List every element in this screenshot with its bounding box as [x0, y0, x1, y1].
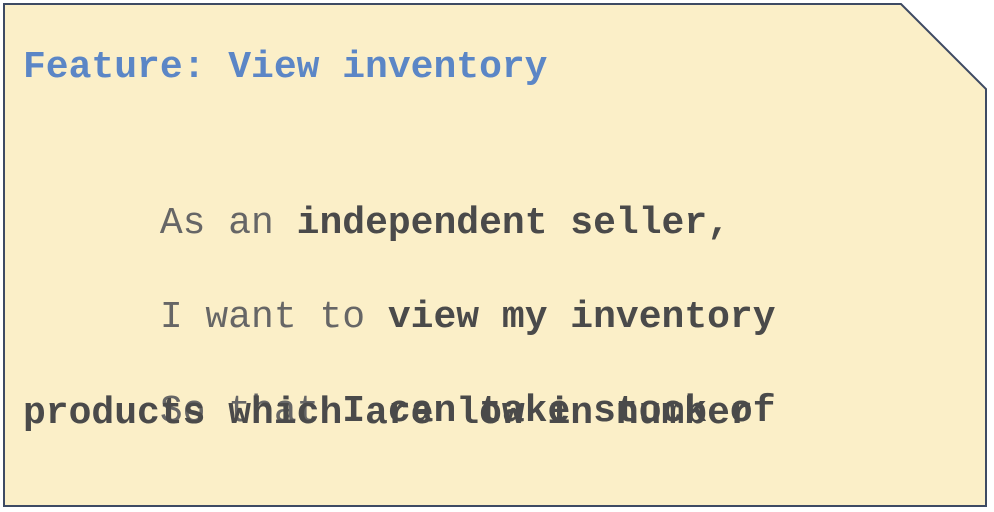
feature-title: Feature: View inventory [23, 46, 548, 89]
user-story-card: Feature: View inventory As an independen… [3, 3, 987, 507]
story-benefit-line-2: products which are low in number [23, 392, 753, 435]
